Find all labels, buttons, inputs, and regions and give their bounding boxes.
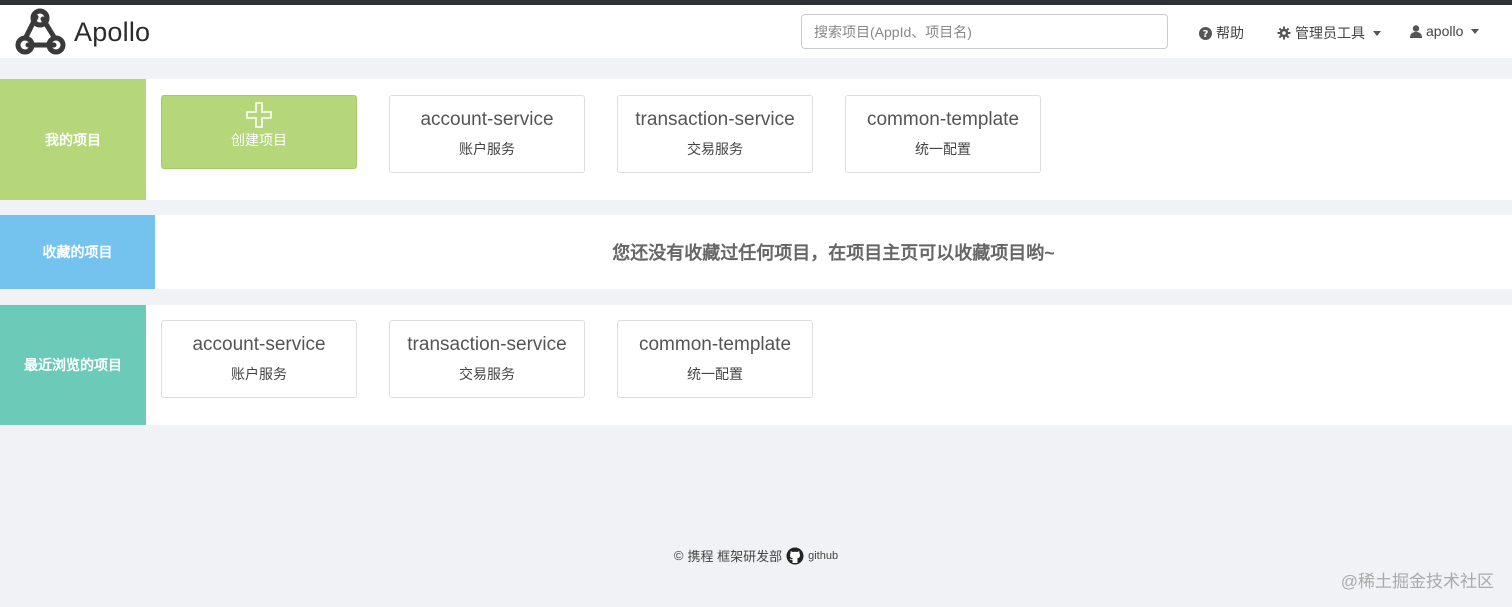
footer-copyright: 携程 框架研发部 xyxy=(687,549,783,564)
project-card[interactable]: transaction-service 交易服务 xyxy=(617,95,813,173)
project-card[interactable]: transaction-service 交易服务 xyxy=(389,320,585,398)
create-project-label: 创建项目 xyxy=(231,132,287,148)
copyright-icon: © xyxy=(673,548,684,563)
project-card[interactable]: account-service 账户服务 xyxy=(161,320,357,398)
project-subtitle: 交易服务 xyxy=(687,141,743,157)
caret-down-icon xyxy=(1471,28,1480,34)
project-subtitle: 交易服务 xyxy=(459,366,515,382)
project-subtitle: 账户服务 xyxy=(231,366,287,382)
help-link[interactable]: ? 帮助 xyxy=(1199,23,1244,43)
favorites-label: 收藏的项目 xyxy=(0,215,155,289)
help-label: 帮助 xyxy=(1216,25,1244,41)
project-title: account-service xyxy=(192,334,326,355)
project-title: common-template xyxy=(866,109,1020,130)
project-card[interactable]: common-template 统一配置 xyxy=(617,320,813,398)
search-input[interactable] xyxy=(801,14,1168,49)
recent-projects-section: 最近浏览的项目 account-service 账户服务 transaction… xyxy=(0,305,1512,425)
admin-tools-dropdown[interactable]: 管理员工具 xyxy=(1277,23,1381,43)
create-project-button[interactable]: 创建项目 xyxy=(161,95,357,169)
github-icon[interactable] xyxy=(786,547,804,565)
caret-down-icon xyxy=(1373,30,1381,36)
user-dropdown[interactable]: apollo xyxy=(1410,23,1480,39)
svg-text:?: ? xyxy=(1203,29,1209,40)
user-icon xyxy=(1410,24,1422,38)
project-subtitle: 账户服务 xyxy=(459,141,515,157)
project-card[interactable]: common-template 统一配置 xyxy=(845,95,1041,173)
my-projects-label: 我的项目 xyxy=(0,79,146,200)
favorites-section: 收藏的项目 您还没有收藏过任何项目，在项目主页可以收藏项目哟~ xyxy=(0,215,1512,289)
brand-name[interactable]: Apollo xyxy=(74,17,150,48)
question-circle-icon: ? xyxy=(1199,26,1212,40)
navbar: Apollo ? 帮助 管理员工具 xyxy=(0,5,1512,58)
plus-icon xyxy=(246,102,272,128)
footer: © 携程 框架研发部 github xyxy=(0,546,1512,565)
project-title: account-service xyxy=(420,109,554,130)
project-title: common-template xyxy=(638,334,792,355)
project-card[interactable]: account-service 账户服务 xyxy=(389,95,585,173)
project-title: transaction-service xyxy=(407,334,567,355)
project-subtitle: 统一配置 xyxy=(687,366,743,382)
apollo-logo-icon[interactable] xyxy=(14,7,68,57)
recent-projects-label: 最近浏览的项目 xyxy=(0,305,146,425)
my-projects-section: 我的项目 创建项目 account-service 账户服务 transacti… xyxy=(0,79,1512,200)
project-title: transaction-service xyxy=(635,109,795,130)
watermark: @稀土掘金技术社区 xyxy=(1340,572,1494,591)
favorites-empty-message: 您还没有收藏过任何项目，在项目主页可以收藏项目哟~ xyxy=(612,243,1055,263)
admin-tools-label: 管理员工具 xyxy=(1295,25,1365,41)
user-name: apollo xyxy=(1426,23,1464,39)
project-subtitle: 统一配置 xyxy=(915,141,971,157)
github-link[interactable]: github xyxy=(808,550,838,562)
gear-icon xyxy=(1277,26,1291,40)
